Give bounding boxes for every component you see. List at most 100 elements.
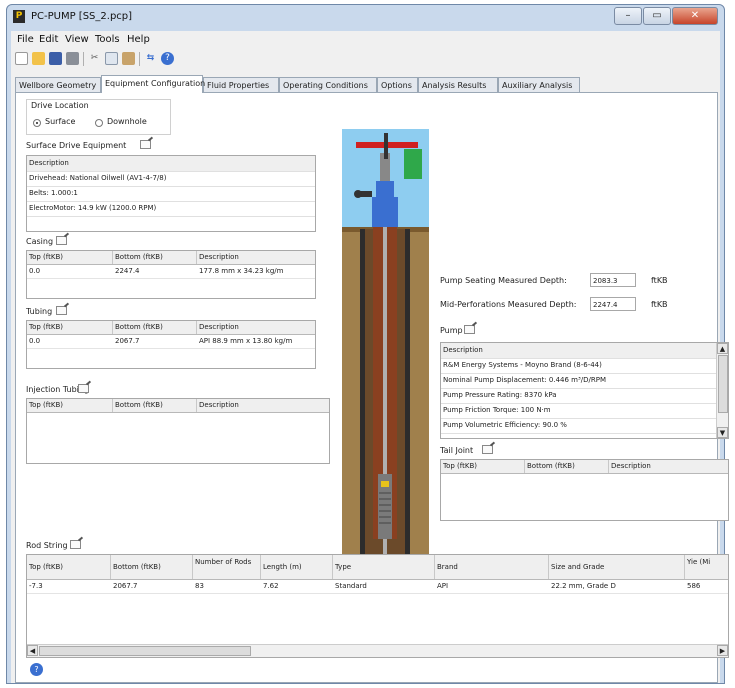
units-icon[interactable]: ⇆ [144,52,157,65]
list-item[interactable]: Drivehead: National Oilwell (AV1-4-7/8) [27,171,315,187]
table-cell: 2067.7 [113,582,138,590]
maximize-button[interactable]: ▭ [643,7,671,25]
column-header[interactable]: Yie (Mi [685,555,728,579]
list-item[interactable]: Pump Friction Torque: 100 N·m [441,403,717,419]
surface-radio[interactable] [33,119,41,127]
table-cell: 2247.4 [115,267,140,275]
list-item[interactable]: Pump Pressure Rating: 8370 kPa [441,388,717,404]
surface-radio-label: Surface [45,117,76,126]
table-header: Description [27,156,315,172]
tab-auxiliary-analysis[interactable]: Auxiliary Analysis [498,77,580,92]
tab-wellbore-geometry[interactable]: Wellbore Geometry [15,77,101,92]
column-header[interactable]: Top (ftKB) [27,555,111,579]
downhole-radio[interactable] [95,119,103,127]
scroll-right-arrow-icon[interactable]: ▶ [717,645,728,656]
table-cell: Standard [335,582,367,590]
column-header[interactable]: Length (m) [261,555,333,579]
pump-vertical-scrollbar[interactable]: ▲ ▼ [716,343,728,438]
tubing-table: Top (ftKB) Bottom (ftKB) Description 0.0… [26,320,316,369]
column-header[interactable]: Bottom (ftKB) [113,399,197,412]
column-header[interactable]: Bottom (ftKB) [525,460,609,473]
drive-location-label: Drive Location [31,101,89,110]
paste-icon[interactable] [122,52,135,65]
edit-casing-icon[interactable] [56,236,67,245]
column-header[interactable]: Brand [435,555,549,579]
wellhead-valve [376,181,394,199]
table-row[interactable]: -7.3 2067.7 83 7.62 Standard API 22.2 mm… [27,580,728,594]
column-header[interactable]: Number of Rods [193,555,261,579]
edit-tubing-icon[interactable] [56,306,67,315]
menu-bar: File Edit View Tools Help [11,31,720,49]
column-header[interactable]: Description [197,251,315,264]
column-header[interactable]: Type [333,555,435,579]
tab-fluid-properties[interactable]: Fluid Properties [203,77,279,92]
window-title: PC-PUMP [SS_2.pcp] [31,11,133,22]
pump-table: Description R&M Energy Systems - Moyno B… [440,342,729,439]
menu-edit[interactable]: Edit [39,34,58,45]
column-header[interactable]: Bottom (ftKB) [111,555,193,579]
flowline-valve [354,190,362,198]
app-window: P PC-PUMP [SS_2.pcp] – ▭ ✕ File Edit Vie… [6,4,729,684]
edit-pump-icon[interactable] [464,325,475,334]
new-icon[interactable] [15,52,28,65]
tail-joint-table: Top (ftKB) Bottom (ftKB) Description [440,459,729,521]
menu-view[interactable]: View [65,34,89,45]
tab-analysis-results[interactable]: Analysis Results [418,77,498,92]
scroll-down-arrow-icon[interactable]: ▼ [717,427,728,438]
minimize-button[interactable]: – [614,7,642,25]
list-item[interactable]: ElectroMotor: 14.9 kW (1200.0 RPM) [27,201,315,217]
tubing-label: Tubing [26,307,53,316]
pump-seating-depth-field[interactable]: 2083.3 [590,273,636,287]
column-header[interactable]: Description [197,321,315,334]
column-header[interactable]: Size and Grade [549,555,685,579]
rod-string-horizontal-scrollbar[interactable]: ◀ ▶ [27,644,728,657]
casing-label: Casing [26,237,54,246]
table-cell: 177.8 mm x 34.23 kg/m [199,267,284,275]
list-item[interactable]: Nominal Pump Displacement: 0.446 m³/D/RP… [441,373,717,389]
column-header[interactable]: Top (ftKB) [27,251,113,264]
print-icon[interactable] [66,52,79,65]
list-item[interactable]: R&M Energy Systems - Moyno Brand (8-6-44… [441,358,717,374]
close-button[interactable]: ✕ [672,7,718,25]
tab-operating-conditions[interactable]: Operating Conditions [279,77,377,92]
list-item[interactable]: Belts: 1.000:1 [27,186,315,202]
table-row[interactable]: 0.0 2247.4 177.8 mm x 34.23 kg/m [27,265,315,279]
rod-string-label: Rod String [26,541,68,550]
column-header[interactable]: Description [609,460,728,473]
tab-equipment-configuration[interactable]: Equipment Configuration [101,75,205,93]
open-icon[interactable] [32,52,45,65]
edit-injection-tubing-icon[interactable] [78,384,89,393]
menu-tools[interactable]: Tools [95,34,120,45]
edit-rod-string-icon[interactable] [70,540,81,549]
column-header[interactable]: Top (ftKB) [27,399,113,412]
table-row[interactable]: 0.0 2067.7 API 88.9 mm x 13.80 kg/m [27,335,315,349]
title-bar[interactable]: P PC-PUMP [SS_2.pcp] – ▭ ✕ [7,5,724,29]
scroll-up-arrow-icon[interactable]: ▲ [717,343,728,354]
edit-surface-drive-icon[interactable] [140,140,151,149]
mid-perforations-depth-field[interactable]: 2247.4 [590,297,636,311]
help-icon[interactable]: ? [30,663,43,676]
column-header[interactable]: Top (ftKB) [441,460,525,473]
column-header[interactable]: Bottom (ftKB) [113,321,197,334]
menu-file[interactable]: File [17,34,34,45]
cut-icon[interactable]: ✂ [88,52,101,65]
column-header[interactable]: Top (ftKB) [27,321,113,334]
help-icon[interactable]: ? [161,52,174,65]
mid-perforations-depth-unit: ftKB [651,300,668,309]
list-item[interactable]: Pump Volumetric Efficiency: 90.0 % [441,418,717,434]
copy-icon[interactable] [105,52,118,65]
menu-help[interactable]: Help [127,34,150,45]
table-cell: 586 [687,582,701,590]
casing-table: Top (ftKB) Bottom (ftKB) Description 0.0… [26,250,316,299]
scroll-thumb[interactable] [718,355,728,413]
save-icon[interactable] [49,52,62,65]
table-header: Description [441,343,717,359]
pump-rotor-top [381,481,389,487]
column-header[interactable]: Bottom (ftKB) [113,251,197,264]
scroll-left-arrow-icon[interactable]: ◀ [27,645,38,656]
edit-tail-joint-icon[interactable] [482,445,493,454]
scroll-thumb[interactable] [39,646,251,656]
tab-options[interactable]: Options [377,77,418,92]
column-header[interactable]: Description [197,399,329,412]
client-area: File Edit View Tools Help ✂ ⇆ ? Wellbore… [11,31,729,683]
